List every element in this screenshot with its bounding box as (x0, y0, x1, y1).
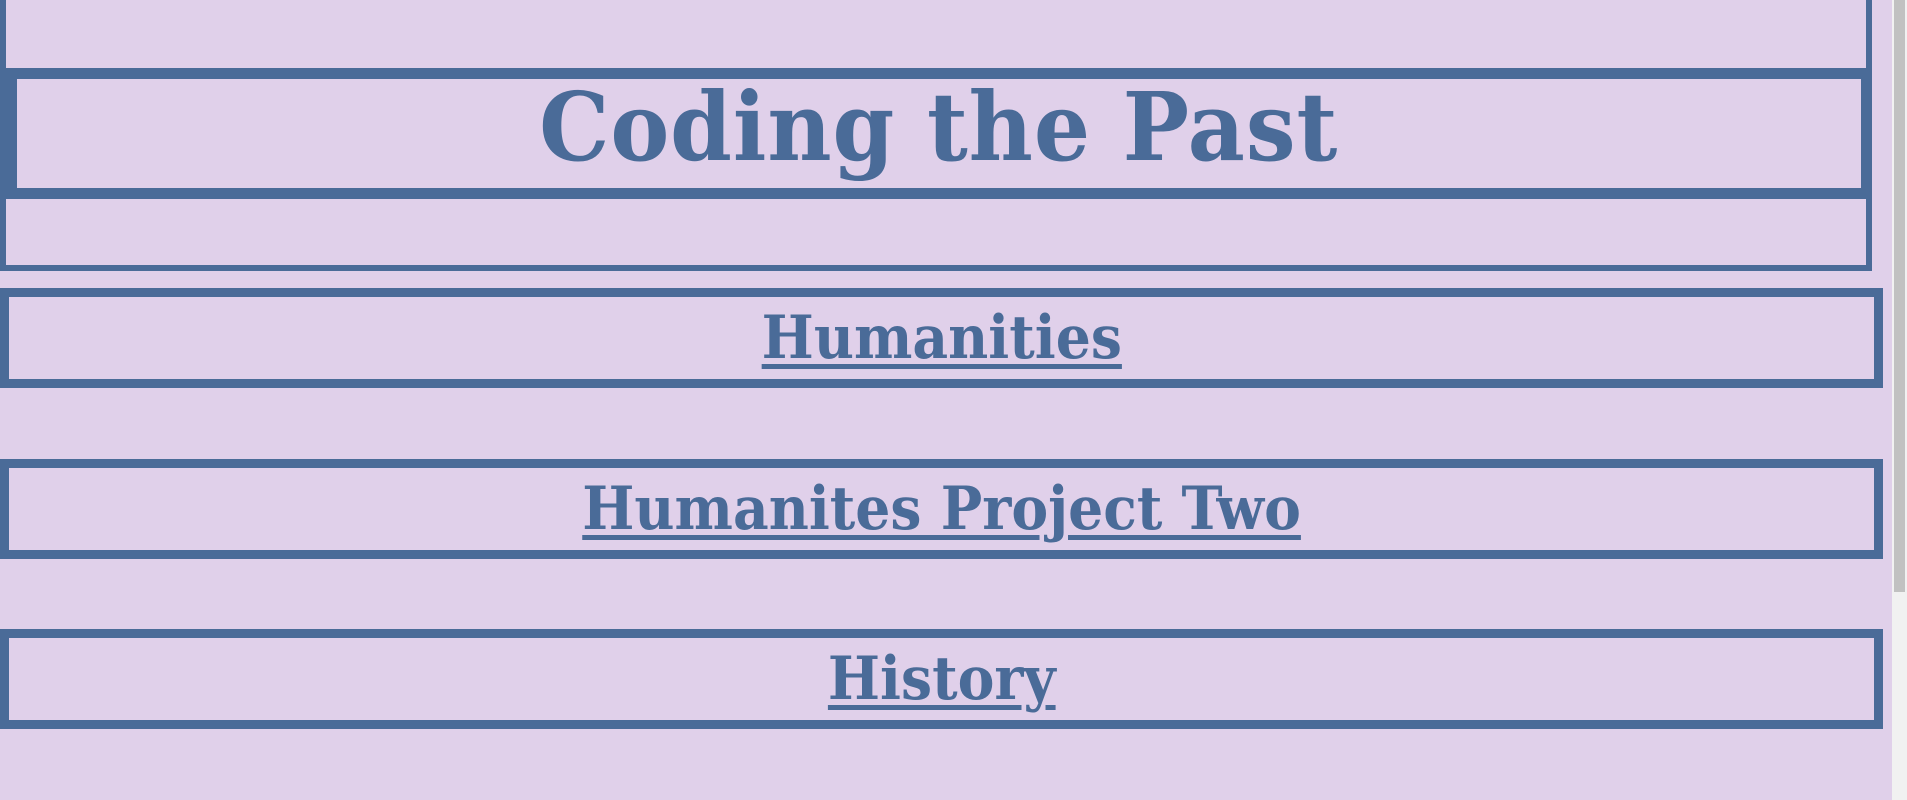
scrollbar-thumb[interactable] (1894, 0, 1905, 592)
page: Coding the Past Humanities Humanites Pro… (0, 0, 1907, 800)
site-title: Coding the Past (539, 72, 1339, 183)
nav-box-humanities-project-two: Humanites Project Two (0, 459, 1883, 559)
vertical-scrollbar[interactable] (1892, 0, 1907, 800)
title-banner: Coding the Past (6, 68, 1872, 199)
nav-box-history: History (0, 629, 1883, 729)
site-header: Coding the Past (0, 0, 1872, 271)
nav-link-humanities[interactable]: Humanities (761, 308, 1121, 368)
nav-link-humanities-project-two[interactable]: Humanites Project Two (582, 479, 1301, 539)
nav-box-humanities: Humanities (0, 288, 1883, 388)
nav-link-history[interactable]: History (828, 649, 1056, 709)
